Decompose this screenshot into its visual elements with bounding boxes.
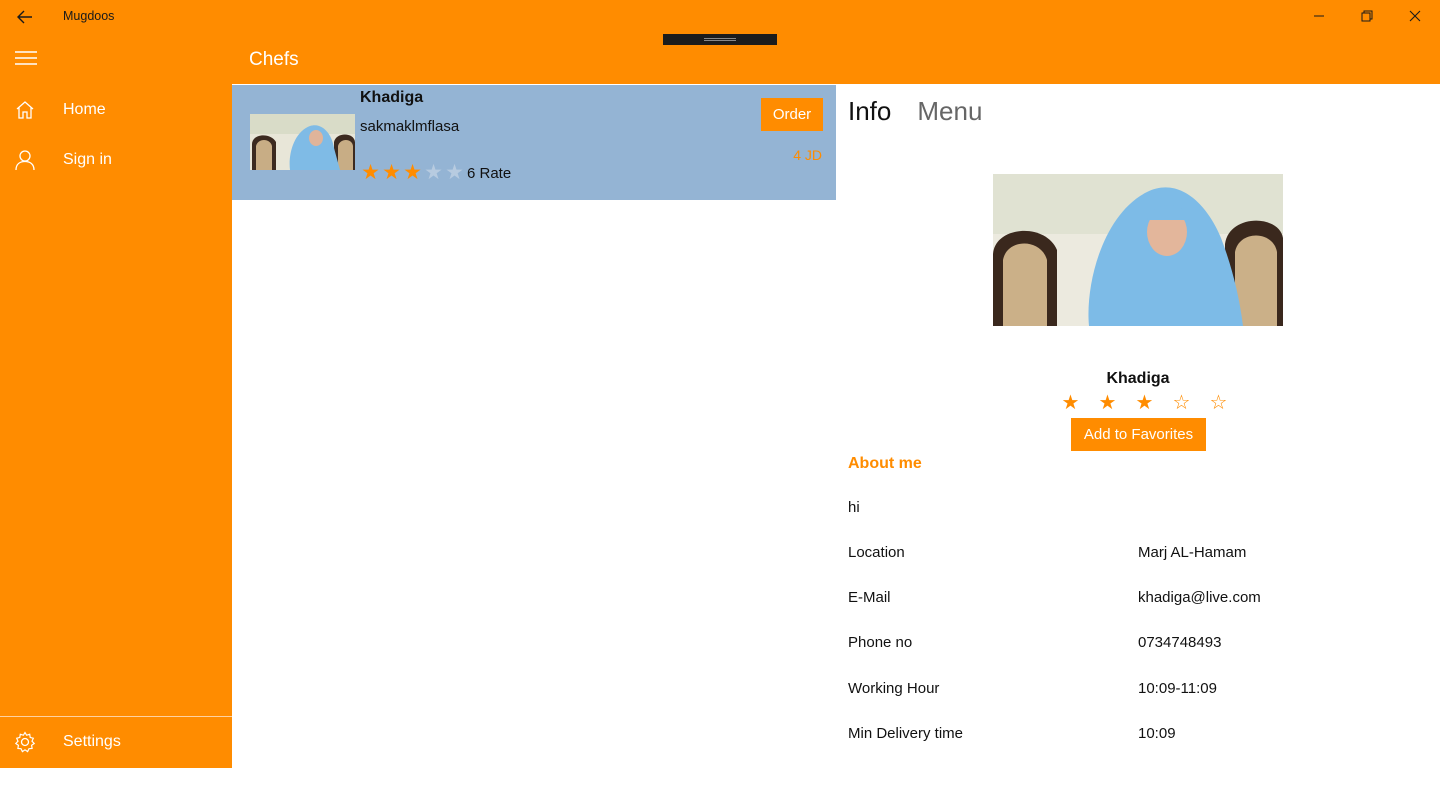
info-value: khadiga@live.com [1138, 589, 1261, 606]
sidebar: Home Sign in Settings [0, 84, 232, 768]
star-empty-icon[interactable]: ☆ [1200, 392, 1237, 414]
sidebar-item-home[interactable]: Home [0, 86, 232, 134]
hamburger-icon [15, 51, 37, 65]
chef-name: Khadiga [360, 89, 424, 106]
order-button[interactable]: Order [761, 98, 823, 131]
sidebar-item-label: Settings [63, 733, 121, 750]
chef-thumbnail [250, 114, 355, 170]
sidebar-item-label: Sign in [63, 151, 112, 168]
info-row-location: Location Marj AL-Hamam [848, 544, 1428, 566]
info-label: Working Hour [848, 680, 940, 697]
app-window: Mugdoos Chefs Home Sign in Settings Khad… [0, 0, 1440, 810]
chef-detail-pane: Info Menu Khadiga ★ ★ ★ ☆ ☆ Add to Favor… [836, 84, 1440, 810]
close-button[interactable] [1392, 0, 1438, 32]
gear-icon [0, 718, 50, 766]
info-label: E-Mail [848, 589, 891, 606]
info-label: Phone no [848, 634, 913, 651]
chef-list-item[interactable]: Khadiga sakmaklmflasa ★ ★ ★ ★ ★ 6 Rate O… [232, 85, 836, 200]
tab-menu[interactable]: Menu [917, 96, 982, 127]
star-filled-icon: ★ [361, 161, 380, 184]
star-filled-icon[interactable]: ★ [1126, 392, 1163, 414]
about-text: hi [848, 499, 860, 516]
add-to-favorites-button[interactable]: Add to Favorites [1071, 418, 1206, 451]
info-row-working-hour: Working Hour 10:09-11:09 [848, 680, 1428, 702]
sidebar-item-label: Home [63, 101, 106, 118]
hamburger-button[interactable] [8, 40, 44, 76]
chef-detail-rating[interactable]: ★ ★ ★ ☆ ☆ [1052, 392, 1237, 414]
star-filled-icon: ★ [403, 161, 422, 184]
sidebar-item-sign-in[interactable]: Sign in [0, 136, 232, 184]
back-button[interactable] [6, 2, 44, 32]
chef-description: sakmaklmflasa [360, 118, 460, 135]
info-value: 0734748493 [1138, 634, 1222, 651]
star-filled-icon[interactable]: ★ [1089, 392, 1126, 414]
star-empty-icon: ★ [445, 161, 464, 184]
restore-icon [1361, 10, 1373, 22]
rate-count: 6 Rate [467, 164, 512, 182]
about-title: About me [848, 455, 922, 472]
minimize-button[interactable] [1296, 0, 1342, 32]
star-filled-icon: ★ [382, 161, 401, 184]
home-icon [0, 86, 50, 134]
page-header: Chefs [0, 34, 1440, 84]
sidebar-divider [0, 716, 232, 717]
drag-handle[interactable] [663, 34, 777, 45]
info-value: 10:09 [1138, 725, 1176, 742]
star-empty-icon: ★ [424, 161, 443, 184]
user-icon [0, 136, 50, 184]
star-filled-icon[interactable]: ★ [1052, 392, 1089, 414]
info-label: Min Delivery time [848, 725, 964, 742]
back-arrow-icon [17, 10, 32, 24]
info-row-email: E-Mail khadiga@live.com [848, 589, 1428, 611]
chef-rating: ★ ★ ★ ★ ★ 6 Rate [360, 162, 511, 184]
minimize-icon [1314, 15, 1324, 17]
restore-button[interactable] [1344, 0, 1390, 32]
app-title: Mugdoos [63, 9, 115, 23]
info-row-min-delivery: Min Delivery time 10:09 [848, 725, 1428, 747]
chef-price: 4 JD [793, 147, 822, 163]
title-bar: Mugdoos [0, 0, 1440, 34]
chef-photo [993, 174, 1283, 326]
detail-tabs: Info Menu [848, 96, 1008, 127]
chef-detail-name: Khadiga [836, 370, 1440, 388]
info-value: Marj AL-Hamam [1138, 544, 1247, 561]
chef-detail-name-text: Khadiga [1106, 370, 1170, 387]
info-value: 10:09-11:09 [1138, 680, 1217, 697]
star-empty-icon[interactable]: ☆ [1163, 392, 1200, 414]
close-icon [1409, 10, 1421, 22]
sidebar-item-settings[interactable]: Settings [0, 718, 232, 766]
page-title: Chefs [249, 49, 299, 70]
info-label: Location [848, 544, 905, 561]
grip-icon [704, 38, 736, 41]
tab-info[interactable]: Info [848, 96, 891, 127]
info-row-phone: Phone no 0734748493 [848, 634, 1428, 656]
